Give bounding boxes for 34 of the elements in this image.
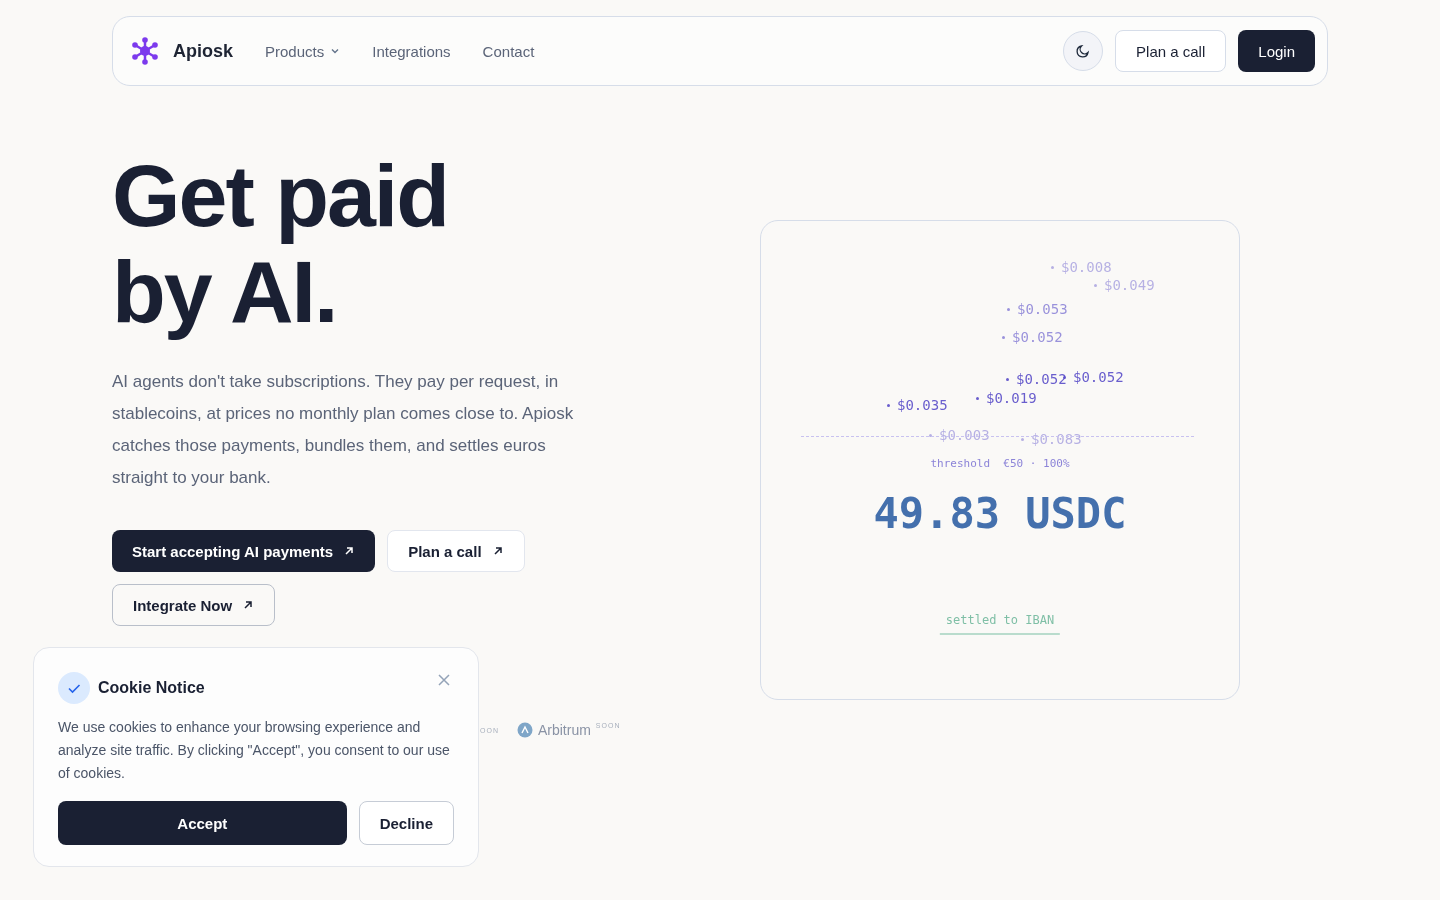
arrow-up-right-icon	[242, 599, 255, 611]
nav-link[interactable]: Products	[265, 42, 341, 60]
hero-title: Get paid by AI.	[112, 148, 450, 343]
chevron-down-icon	[330, 46, 341, 56]
network-logo-icon	[131, 37, 159, 65]
threshold-label: threshold €50 · 100%	[929, 457, 1071, 470]
theme-toggle-button[interactable]	[1063, 31, 1104, 71]
accept-button[interactable]: Accept	[58, 801, 347, 845]
total-amount: 49.83 USDC	[872, 489, 1128, 538]
payment-amount: $0.053	[1007, 301, 1068, 317]
payment-amount: $0.008	[1051, 259, 1112, 275]
chain-name: Arbitrum	[537, 722, 591, 738]
login-button[interactable]: Login	[1238, 30, 1315, 72]
cookie-title: Cookie Notice	[98, 679, 205, 697]
decline-button[interactable]: Decline	[358, 801, 454, 845]
plan-call-button[interactable]: Plan a call	[1115, 30, 1227, 72]
moon-icon	[1075, 43, 1092, 59]
payment-amount: $0.003	[929, 427, 990, 443]
check-icon	[58, 672, 90, 704]
hero-description: AI agents don't take subscriptions. They pay per request, in stablecoins, at prices no monthly plan comes close to. Apiosk catches those payments, bundles them, and settles euros straight to your bank.	[112, 371, 575, 489]
brand-name[interactable]: Apiosk	[173, 40, 233, 62]
chain-logo-icon	[516, 722, 533, 738]
payment-amount: $0.035	[887, 397, 948, 413]
arrow-up-right-icon	[343, 545, 356, 557]
cookie-message: We use cookies to enhance your browsing experience and analyze site traffic. By clicking "Accept", you consent to our use of cookies.	[58, 718, 451, 783]
nav-link[interactable]: Integrations	[372, 42, 451, 60]
cta-button[interactable]: Start accepting AI payments	[112, 530, 376, 572]
payment-amount: $0.019	[976, 390, 1037, 406]
payment-amount: $0.052	[1002, 329, 1063, 345]
payment-amount: $0.049	[1094, 277, 1155, 293]
nav-link[interactable]: Contact	[482, 42, 535, 60]
settled-status: settled to IBAN	[939, 613, 1061, 635]
cta-button[interactable]: Integrate Now	[112, 584, 276, 626]
cta-button[interactable]: Plan a call	[387, 530, 525, 572]
